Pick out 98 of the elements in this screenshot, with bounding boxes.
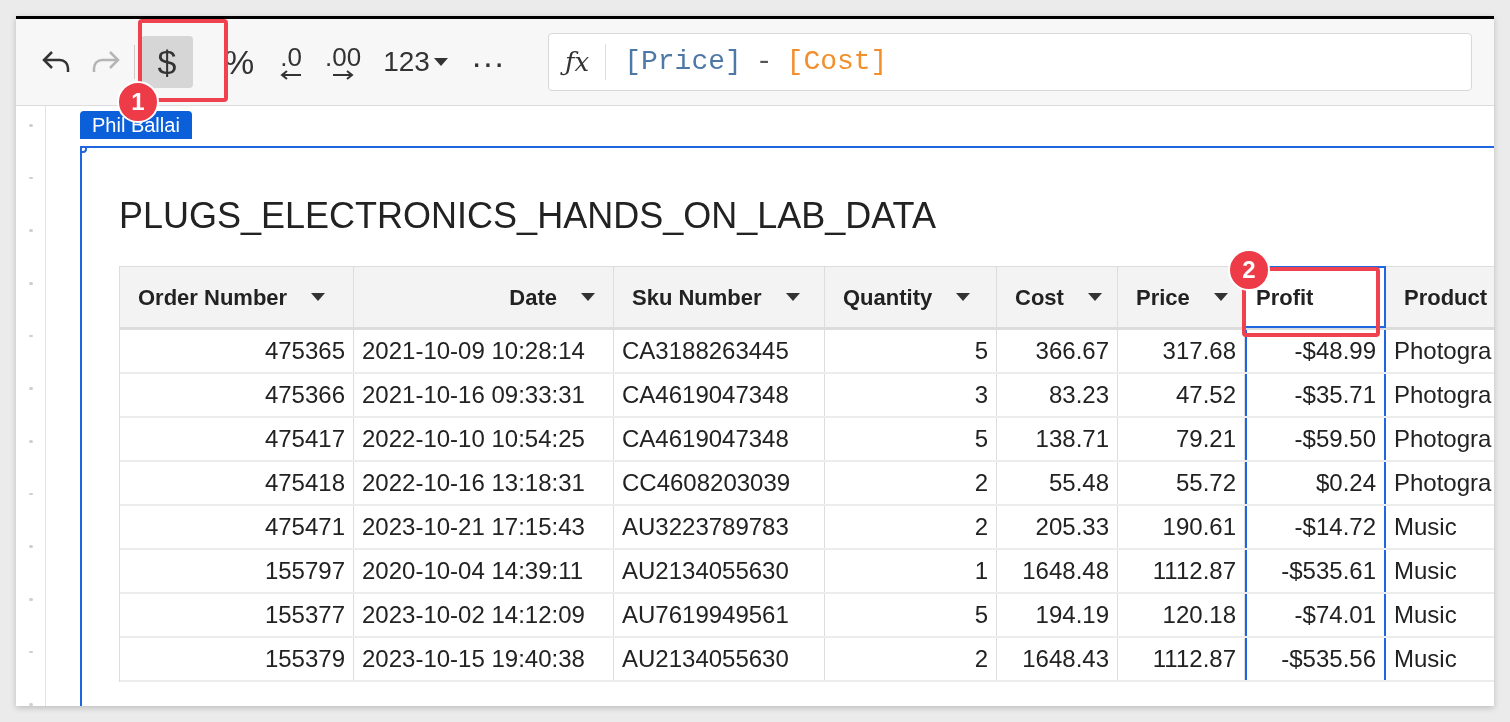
table-title: PLUGS_ELECTRONICS_HANDS_ON_LAB_DATA [119, 198, 937, 234]
table-cell: Photogra [1386, 462, 1494, 504]
table-cell: 2 [825, 506, 997, 548]
table-cell: 366.67 [997, 330, 1118, 372]
column-label: Quantity [843, 283, 933, 312]
table-cell: 55.48 [997, 462, 1118, 504]
table-cell: 5 [825, 594, 997, 636]
table-cell: Photogra [1386, 374, 1494, 416]
table-cell: 155797 [120, 550, 354, 592]
table-cell: -$59.50 [1245, 418, 1386, 460]
table-cell: 79.21 [1118, 418, 1245, 460]
table-cell: 1112.87 [1118, 638, 1245, 680]
table-cell: 2023-10-15 19:40:38 [354, 638, 614, 680]
table-cell: 475418 [120, 462, 354, 504]
table-cell: 155377 [120, 594, 354, 636]
table-cell: -$535.61 [1245, 550, 1386, 592]
table-cell: Photogra [1386, 330, 1494, 372]
table-cell: 475365 [120, 330, 354, 372]
table-cell: 2020-10-04 14:39:11 [354, 550, 614, 592]
table-cell: -$14.72 [1245, 506, 1386, 548]
table-cell: 205.33 [997, 506, 1118, 548]
table-cell: 55.72 [1118, 462, 1245, 504]
caret-icon [433, 58, 448, 66]
table-cell: 1 [825, 550, 997, 592]
table-cell: CA3188263445 [614, 330, 825, 372]
number-format-dropdown[interactable]: 123 [375, 36, 456, 88]
caret-icon [1087, 293, 1102, 301]
formula-bar[interactable]: ƒx [Price] - [Cost] [547, 33, 1472, 91]
table-cell: -$35.71 [1245, 374, 1386, 416]
table-cell: 138.71 [997, 418, 1118, 460]
table-cell: 2 [825, 638, 997, 680]
table-cell: 317.68 [1118, 330, 1245, 372]
table-cell: 2 [825, 462, 997, 504]
table-cell: CA4619047348 [614, 418, 825, 460]
table-cell: 2021-10-16 09:33:31 [354, 374, 614, 416]
formula-token: [Cost] [786, 45, 888, 79]
column-header[interactable]: Sku Number [614, 267, 825, 327]
column-header[interactable]: Quantity [825, 267, 997, 327]
column-label: Product [1404, 283, 1488, 312]
table-cell: AU2134055630 [614, 638, 825, 680]
table-cell: Music [1386, 594, 1494, 636]
formula-token: [Price] [624, 45, 742, 79]
table-cell: 194.19 [997, 594, 1118, 636]
table-cell: 155379 [120, 638, 354, 680]
caret-icon [1213, 293, 1228, 301]
table-cell: 5 [825, 418, 997, 460]
table-cell: AU7619949561 [614, 594, 825, 636]
table-cell: 1112.87 [1118, 550, 1245, 592]
table-cell: 83.23 [997, 374, 1118, 416]
caret-icon [785, 293, 800, 301]
table-cell: 475471 [120, 506, 354, 548]
table-cell: CC4608203039 [614, 462, 825, 504]
table-cell: -$535.56 [1245, 638, 1386, 680]
table-cell: AU3223789783 [614, 506, 825, 548]
table-cell: Photogra [1386, 418, 1494, 460]
table-cell: 190.61 [1118, 506, 1245, 548]
table-cell: 2021-10-09 10:28:14 [354, 330, 614, 372]
callout-badge: 2 [1228, 249, 1270, 291]
decimal-button[interactable]: .0 [271, 36, 311, 88]
table-cell: $0.24 [1245, 462, 1386, 504]
table-cell: 2023-10-02 14:12:09 [354, 594, 614, 636]
table-cell: 5 [825, 330, 997, 372]
table-cell: 1648.48 [997, 550, 1118, 592]
table-cell: CA4619047348 [614, 374, 825, 416]
decimal-button[interactable]: .00 [317, 36, 370, 88]
column-header[interactable]: Date [354, 267, 614, 327]
table-cell: 475417 [120, 418, 354, 460]
table-cell: 3 [825, 374, 997, 416]
format-button[interactable]: $ [141, 36, 193, 88]
table-cell: 2022-10-16 13:18:31 [354, 462, 614, 504]
caret-icon [956, 293, 971, 301]
column-label: Price [1136, 283, 1190, 312]
column-header[interactable]: Order Number [120, 267, 354, 327]
function-icon: ƒx [548, 42, 606, 82]
caret-icon [311, 293, 326, 301]
table-cell: 1648.43 [997, 638, 1118, 680]
column-header[interactable]: Product [1386, 267, 1494, 327]
table-cell: 475366 [120, 374, 354, 416]
table-cell: -$74.01 [1245, 594, 1386, 636]
column-label: Date [509, 283, 557, 312]
column-label: Order Number [138, 283, 288, 312]
caret-icon [581, 293, 595, 301]
right-arrow-icon [331, 70, 356, 80]
table-cell: Music [1386, 550, 1494, 592]
table-cell: 47.52 [1118, 374, 1245, 416]
format-button[interactable]: ··· [461, 36, 514, 88]
table-cell: Music [1386, 506, 1494, 548]
table-cell: 2022-10-10 10:54:25 [354, 418, 614, 460]
left-arrow-icon [279, 70, 303, 80]
table-cell: 120.18 [1118, 594, 1245, 636]
formula-token: - [755, 45, 773, 79]
column-label: Sku Number [632, 283, 762, 312]
table-cell: AU2134055630 [614, 550, 825, 592]
column-label: Cost [1015, 283, 1064, 312]
table-cell: Music [1386, 638, 1494, 680]
table-cell: 2023-10-21 17:15:43 [354, 506, 614, 548]
table-cell: -$48.99 [1245, 330, 1386, 372]
column-header[interactable]: Cost [997, 267, 1118, 327]
